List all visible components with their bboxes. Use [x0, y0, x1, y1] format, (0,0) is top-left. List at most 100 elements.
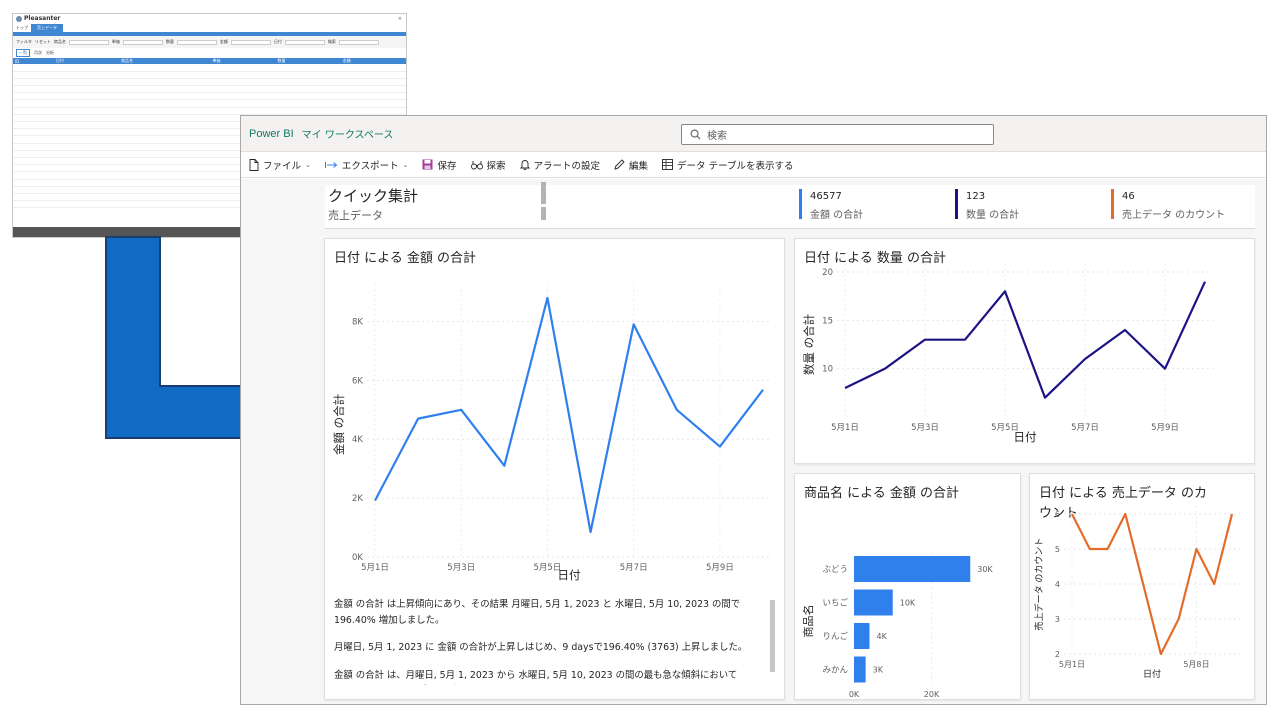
category-label: みかん: [822, 666, 848, 676]
kpi-label: 数量 の合計: [966, 210, 1020, 221]
edit-label: 編集: [629, 160, 649, 172]
series-line: [374, 296, 764, 534]
x-tick-label: 5月8日: [1183, 660, 1209, 669]
x-tick-label: 5月7日: [1071, 423, 1099, 433]
report-toolbar: ファイル ⌄ エクスポート ⌄ 保存 探索 アラートの設定 編集 データ テーブ…: [241, 152, 1266, 178]
y-tick-label: 10: [822, 365, 833, 375]
card-amount-by-date[interactable]: 日付 による 金額 の合計 0K 2K 4K 6K 8K 5月1日 5月3日 5月5日 5月7日…: [324, 238, 785, 700]
kpi-label: 売上データ のカウント: [1122, 210, 1226, 221]
report-subtitle: 売上データ: [328, 209, 383, 222]
x-axis-title: 日付: [558, 568, 581, 582]
y-axis-title: 数量 の合計: [802, 314, 816, 375]
y-tick-label: 20: [822, 268, 833, 278]
category-label: りんご: [822, 631, 848, 642]
narrative-paragraph: 月曜日, 5月 1, 2023 に 金額 の合計が上昇しはじめ、9 daysで1…: [334, 642, 748, 653]
smart-narrative: 金額 の合計 は上昇傾向にあり、その結果 月曜日, 5月 1, 2023 と 水…: [334, 597, 764, 685]
y-tick-label: 6: [1055, 510, 1060, 519]
data-label: 10K: [900, 599, 916, 608]
y-tick-label: 15: [822, 316, 833, 326]
header-divider: [541, 182, 546, 204]
narrative-paragraph: 金額 の合計 は上昇傾向にあり、その結果 月曜日, 5月 1, 2023 と 水…: [334, 599, 741, 626]
count-by-date-chart: 2 3 4 5 6 5月1日 5月8日日付 売上データ のカウント: [1033, 506, 1240, 680]
series-line: [844, 281, 1206, 399]
chevron-down-icon: ⌄: [305, 160, 311, 169]
bar: [854, 656, 866, 683]
x-tick-label: 5月1日: [831, 423, 859, 433]
export-menu[interactable]: エクスポート ⌄: [324, 158, 409, 172]
data-label: 4K: [877, 632, 888, 641]
bar: [854, 589, 893, 616]
bar: [854, 623, 870, 649]
kpi-color-bar: [1111, 189, 1114, 219]
y-tick-label: 8K: [352, 317, 363, 327]
search-icon: [690, 129, 701, 140]
x-tick-label: 5月9日: [1151, 423, 1179, 433]
report-header: クイック集計 売上データ 46577 金額 の合計 123 数量 の合計 46 …: [325, 182, 1255, 229]
header-divider: [541, 207, 546, 220]
powerbi-topbar: Power BI マイ ワークスペース 検索: [241, 116, 1266, 152]
x-tick-label: 5月3日: [911, 423, 939, 433]
save-button[interactable]: 保存: [422, 158, 457, 172]
file-menu-label: ファイル: [263, 160, 302, 172]
x-tick-label: 5月7日: [620, 563, 648, 573]
kpi-value: 46577: [810, 191, 842, 202]
export-icon: [324, 161, 338, 168]
bar: [854, 556, 971, 582]
edit-button[interactable]: 編集: [614, 158, 648, 172]
workspace-link[interactable]: マイ ワークスペース: [302, 126, 394, 141]
card-count-by-date[interactable]: 日付 による 売上データ のカウント 2 3 4 5 6 5月1日 5月8日 日付 売上データ …: [1029, 473, 1255, 700]
pencil-icon: [614, 159, 625, 170]
chevron-down-icon: ⌄: [402, 160, 409, 169]
data-label: 3K: [873, 666, 884, 675]
y-tick-label: 4K: [352, 435, 363, 445]
file-menu[interactable]: ファイル ⌄: [249, 158, 311, 172]
kpi-label: 金額 の合計: [810, 210, 864, 221]
kpi-color-bar: [799, 189, 802, 219]
show-data-table-label: データ テーブルを表示する: [677, 160, 794, 172]
kpi-value: 123: [966, 191, 986, 202]
x-tick-label: 5月3日: [447, 563, 475, 573]
category-label: いちご: [822, 598, 848, 609]
alert-button[interactable]: アラートの設定: [519, 158, 601, 172]
search-placeholder: 検索: [707, 131, 727, 142]
data-label: 30K: [977, 565, 993, 574]
y-tick-label: 4: [1055, 580, 1060, 589]
powerbi-brand[interactable]: Power BI: [249, 128, 294, 140]
y-tick-label: 6K: [352, 376, 363, 386]
search-box[interactable]: 検索: [681, 124, 994, 145]
x-tick-label: 0K: [849, 690, 860, 699]
save-label: 保存: [437, 160, 457, 172]
y-axis-title: 売上データ のカウント: [1033, 538, 1045, 631]
amount-by-date-chart: 0K2K4K6K8K5月1日 5月3日 5月5日 5月7日 5月9日日付金額 の合計: [332, 284, 771, 582]
file-icon: [249, 158, 259, 171]
card-quantity-by-date[interactable]: 日付 による 数量 の合計 10 15 20 5月1日 5月3日 5月5日 5月7日 5月9日…: [794, 238, 1255, 464]
powerbi-window: Power BI マイ ワークスペース 検索 ファイル ⌄ エクスポート ⌄ 保…: [240, 115, 1267, 705]
report-canvas: クイック集計 売上データ 46577 金額 の合計 123 数量 の合計 46 …: [241, 179, 1266, 704]
amount-by-product-chart: 0K20Kぶどう30Kいちご10Kりんご4Kみかん3K金額 の合計商品名: [801, 552, 993, 699]
narrative-scrollbar[interactable]: [770, 600, 775, 672]
export-menu-label: エクスポート: [341, 160, 399, 172]
x-tick-label: 5月9日: [706, 563, 734, 573]
quantity-by-date-chart: 1015205月1日 5月3日 5月5日 5月7日 5月9日日付数量 の合計: [802, 264, 1213, 444]
x-axis-title: 日付: [1014, 430, 1037, 444]
explore-label: 探索: [486, 160, 506, 172]
y-axis-title: 商品名: [801, 605, 815, 638]
x-tick-label: 5月1日: [1059, 660, 1085, 669]
y-tick-label: 2K: [352, 494, 363, 504]
y-tick-label: 2: [1055, 650, 1060, 659]
y-tick-label: 0K: [352, 553, 363, 563]
y-axis-title: 金額 の合計: [332, 394, 346, 455]
binoculars-icon: [470, 160, 483, 169]
explore-button[interactable]: 探索: [470, 158, 506, 172]
narrative-paragraph: 金額 の合計 は、月曜日, 5月 1, 2023 から 水曜日, 5月 10, …: [334, 669, 738, 681]
table-icon: [662, 159, 673, 170]
alert-label: アラートの設定: [533, 160, 601, 172]
card-amount-by-product[interactable]: 商品名 による 金額 の合計 0K 20K ぶどう 30K いちご 10K りんご 4K みかん…: [794, 473, 1021, 700]
kpi-color-bar: [955, 189, 958, 219]
kpi-value: 46: [1122, 191, 1135, 202]
y-tick-label: 3: [1055, 615, 1060, 624]
x-tick-label: 20K: [924, 690, 940, 699]
report-title: クイック集計: [328, 187, 419, 205]
y-tick-label: 5: [1055, 545, 1060, 554]
show-data-table-button[interactable]: データ テーブルを表示する: [662, 158, 794, 172]
